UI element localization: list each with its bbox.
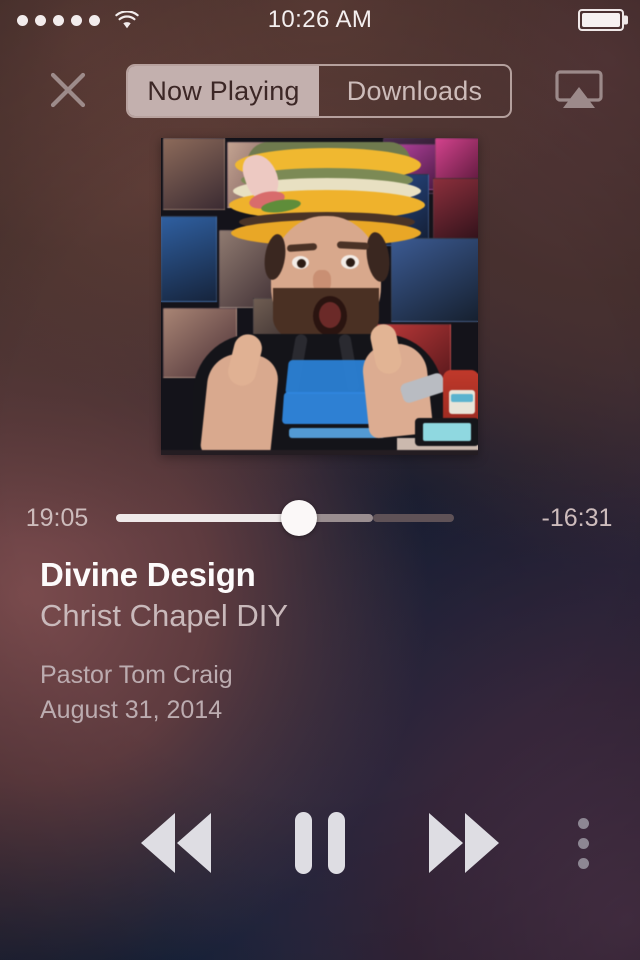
segment-now-playing[interactable]: Now Playing xyxy=(128,66,319,116)
status-bar-clock: 10:26 AM xyxy=(267,6,373,33)
album-artwork[interactable] xyxy=(161,138,478,455)
remaining-time-label: -16:31 xyxy=(541,503,613,532)
more-vertical-icon xyxy=(577,817,589,869)
close-icon xyxy=(50,72,86,108)
scrubber-track-played xyxy=(116,514,299,522)
elapsed-time-label: 19:05 xyxy=(25,503,89,532)
artwork-image xyxy=(161,138,478,455)
status-bar: 10:26 AM xyxy=(0,0,640,40)
more-options-button[interactable] xyxy=(548,788,618,898)
rewind-button[interactable] xyxy=(118,788,234,898)
fast-forward-icon xyxy=(429,813,499,873)
segment-downloads[interactable]: Downloads xyxy=(319,66,510,116)
scrubber-track-remaining xyxy=(372,514,454,522)
play-pause-button[interactable] xyxy=(262,788,378,898)
playback-scrubber[interactable]: 19:05 -16:31 xyxy=(0,492,640,544)
view-mode-segmented-control[interactable]: Now Playing Downloads xyxy=(126,64,512,118)
track-speaker: Pastor Tom Craig xyxy=(40,661,233,690)
close-button[interactable] xyxy=(40,58,96,122)
track-subtitle: Christ Chapel DIY xyxy=(40,597,289,633)
now-playing-screen: 10:26 AM Now Playing Downloads 19:05 -16… xyxy=(0,0,640,960)
top-bar: Now Playing Downloads xyxy=(0,58,640,122)
battery-icon xyxy=(578,9,628,31)
scrubber-track[interactable] xyxy=(116,500,454,536)
track-title: Divine Design xyxy=(40,556,256,593)
fast-forward-button[interactable] xyxy=(406,788,522,898)
rewind-icon xyxy=(141,813,211,873)
airplay-button[interactable] xyxy=(546,58,612,122)
scrubber-thumb[interactable] xyxy=(280,500,317,536)
pause-icon xyxy=(295,812,345,874)
track-metadata: Divine Design Christ Chapel DIY Pastor T… xyxy=(40,556,288,727)
track-date: August 31, 2014 xyxy=(40,696,223,725)
airplay-icon xyxy=(555,70,603,108)
transport-controls xyxy=(0,788,640,898)
